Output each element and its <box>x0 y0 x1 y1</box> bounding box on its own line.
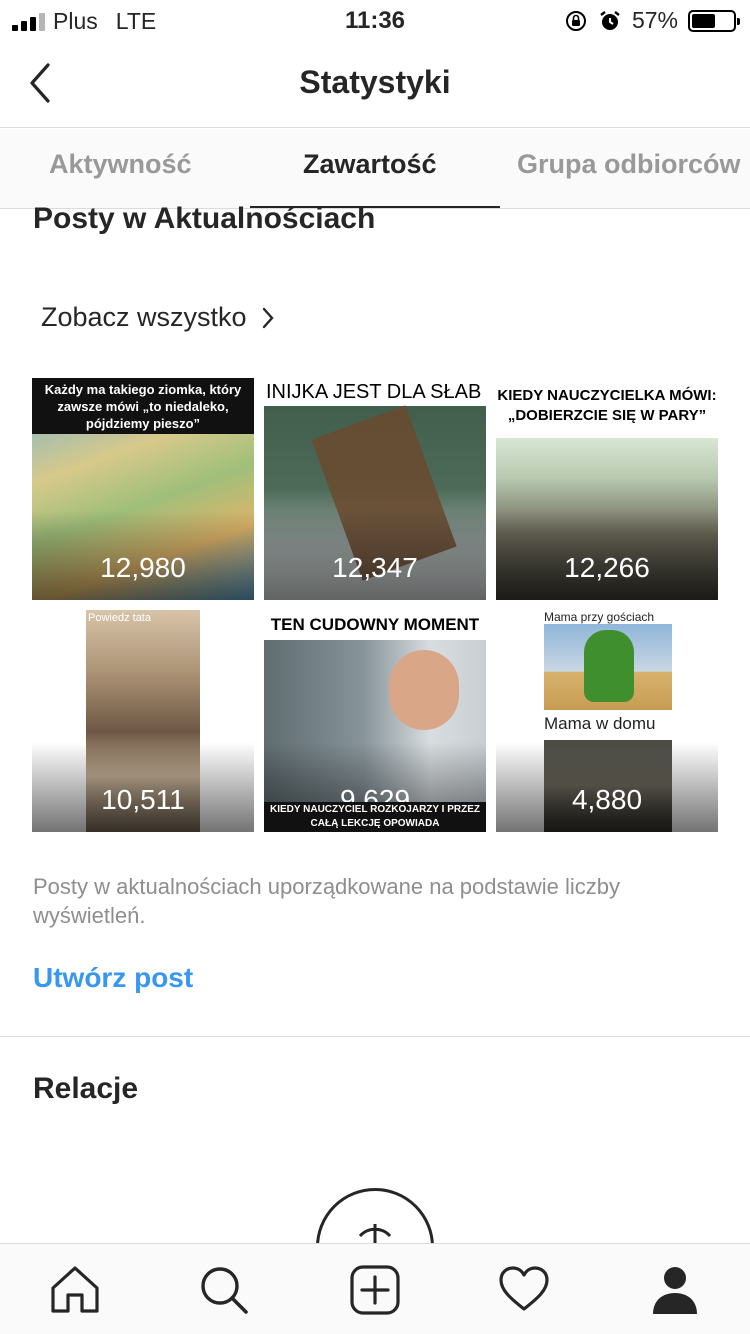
post-view-count: 12,347 <box>332 552 418 583</box>
search-icon[interactable] <box>198 1264 250 1316</box>
post-thumbnail[interactable]: Mama przy gościach Mama w domu 4,880 <box>496 610 718 832</box>
navigation-header: Statystyki <box>0 40 750 128</box>
post-caption: Każdy ma takiego ziomka, który zawsze mó… <box>32 378 254 434</box>
profile-icon[interactable] <box>649 1264 701 1316</box>
post-caption: INIJKA JEST DLA SŁAB <box>264 378 486 406</box>
post-view-count: 12,980 <box>100 552 186 583</box>
post-thumbnail[interactable]: TEN CUDOWNY MOMENT 9,629 KIEDY NAUCZYCIE… <box>264 610 486 832</box>
post-caption: Mama przy gościach <box>544 610 655 624</box>
post-thumbnail[interactable]: INIJKA JEST DLA SŁAB 12,347 <box>264 378 486 600</box>
post-thumbnail[interactable]: Powiedz tata 10,511 <box>32 610 254 832</box>
home-icon[interactable] <box>49 1264 101 1316</box>
posts-section-title: Posty w Aktualnościach <box>33 202 376 235</box>
insights-tabs: Aktywność Zawartość Grupa odbiorców <box>0 129 750 209</box>
post-caption-footer: KIEDY NAUCZYCIEL ROZKOJARZY I PRZEZ CAŁĄ… <box>264 802 486 832</box>
section-divider <box>0 1036 750 1037</box>
status-bar: Plus LTE 11:36 57% <box>0 0 750 40</box>
post-thumbnail[interactable]: KIEDY NAUCZYCIELKA MÓWI: „DOBIERZCIE SIĘ… <box>496 378 718 600</box>
tab-activity[interactable]: Aktywność <box>49 149 192 180</box>
post-caption: Powiedz tata <box>88 612 151 624</box>
post-caption: KIEDY NAUCZYCIELKA MÓWI: „DOBIERZCIE SIĘ… <box>496 378 718 438</box>
post-caption: TEN CUDOWNY MOMENT <box>264 610 486 640</box>
post-view-count: 10,511 <box>101 784 185 815</box>
posts-grid: Każdy ma takiego ziomka, który zawsze mó… <box>32 378 718 832</box>
rotation-lock-icon <box>565 10 586 31</box>
post-thumbnail[interactable]: Każdy ma takiego ziomka, który zawsze mó… <box>32 378 254 600</box>
create-post-link[interactable]: Utwórz post <box>33 962 193 994</box>
tab-audience[interactable]: Grupa odbiorców <box>517 149 741 180</box>
post-view-count: 4,880 <box>571 784 643 815</box>
battery-icon <box>688 9 740 32</box>
alarm-icon <box>600 10 620 30</box>
posts-description: Posty w aktualnościach uporządkowane na … <box>33 874 620 928</box>
see-all-label: Zobacz wszystko <box>41 302 247 332</box>
bottom-tab-bar <box>0 1243 750 1334</box>
stories-section-title: Relacje <box>33 1072 139 1105</box>
tab-content[interactable]: Zawartość <box>303 149 437 180</box>
chevron-right-icon <box>262 307 274 328</box>
add-post-icon[interactable] <box>349 1264 401 1316</box>
see-all-link[interactable]: Zobacz wszystko <box>41 302 275 333</box>
post-view-count: 12,266 <box>564 552 650 583</box>
post-caption-footer: Mama w domu <box>544 714 656 733</box>
page-title: Statystyki <box>299 64 451 100</box>
activity-heart-icon[interactable] <box>498 1264 550 1316</box>
battery-percent: 57% <box>631 7 678 33</box>
